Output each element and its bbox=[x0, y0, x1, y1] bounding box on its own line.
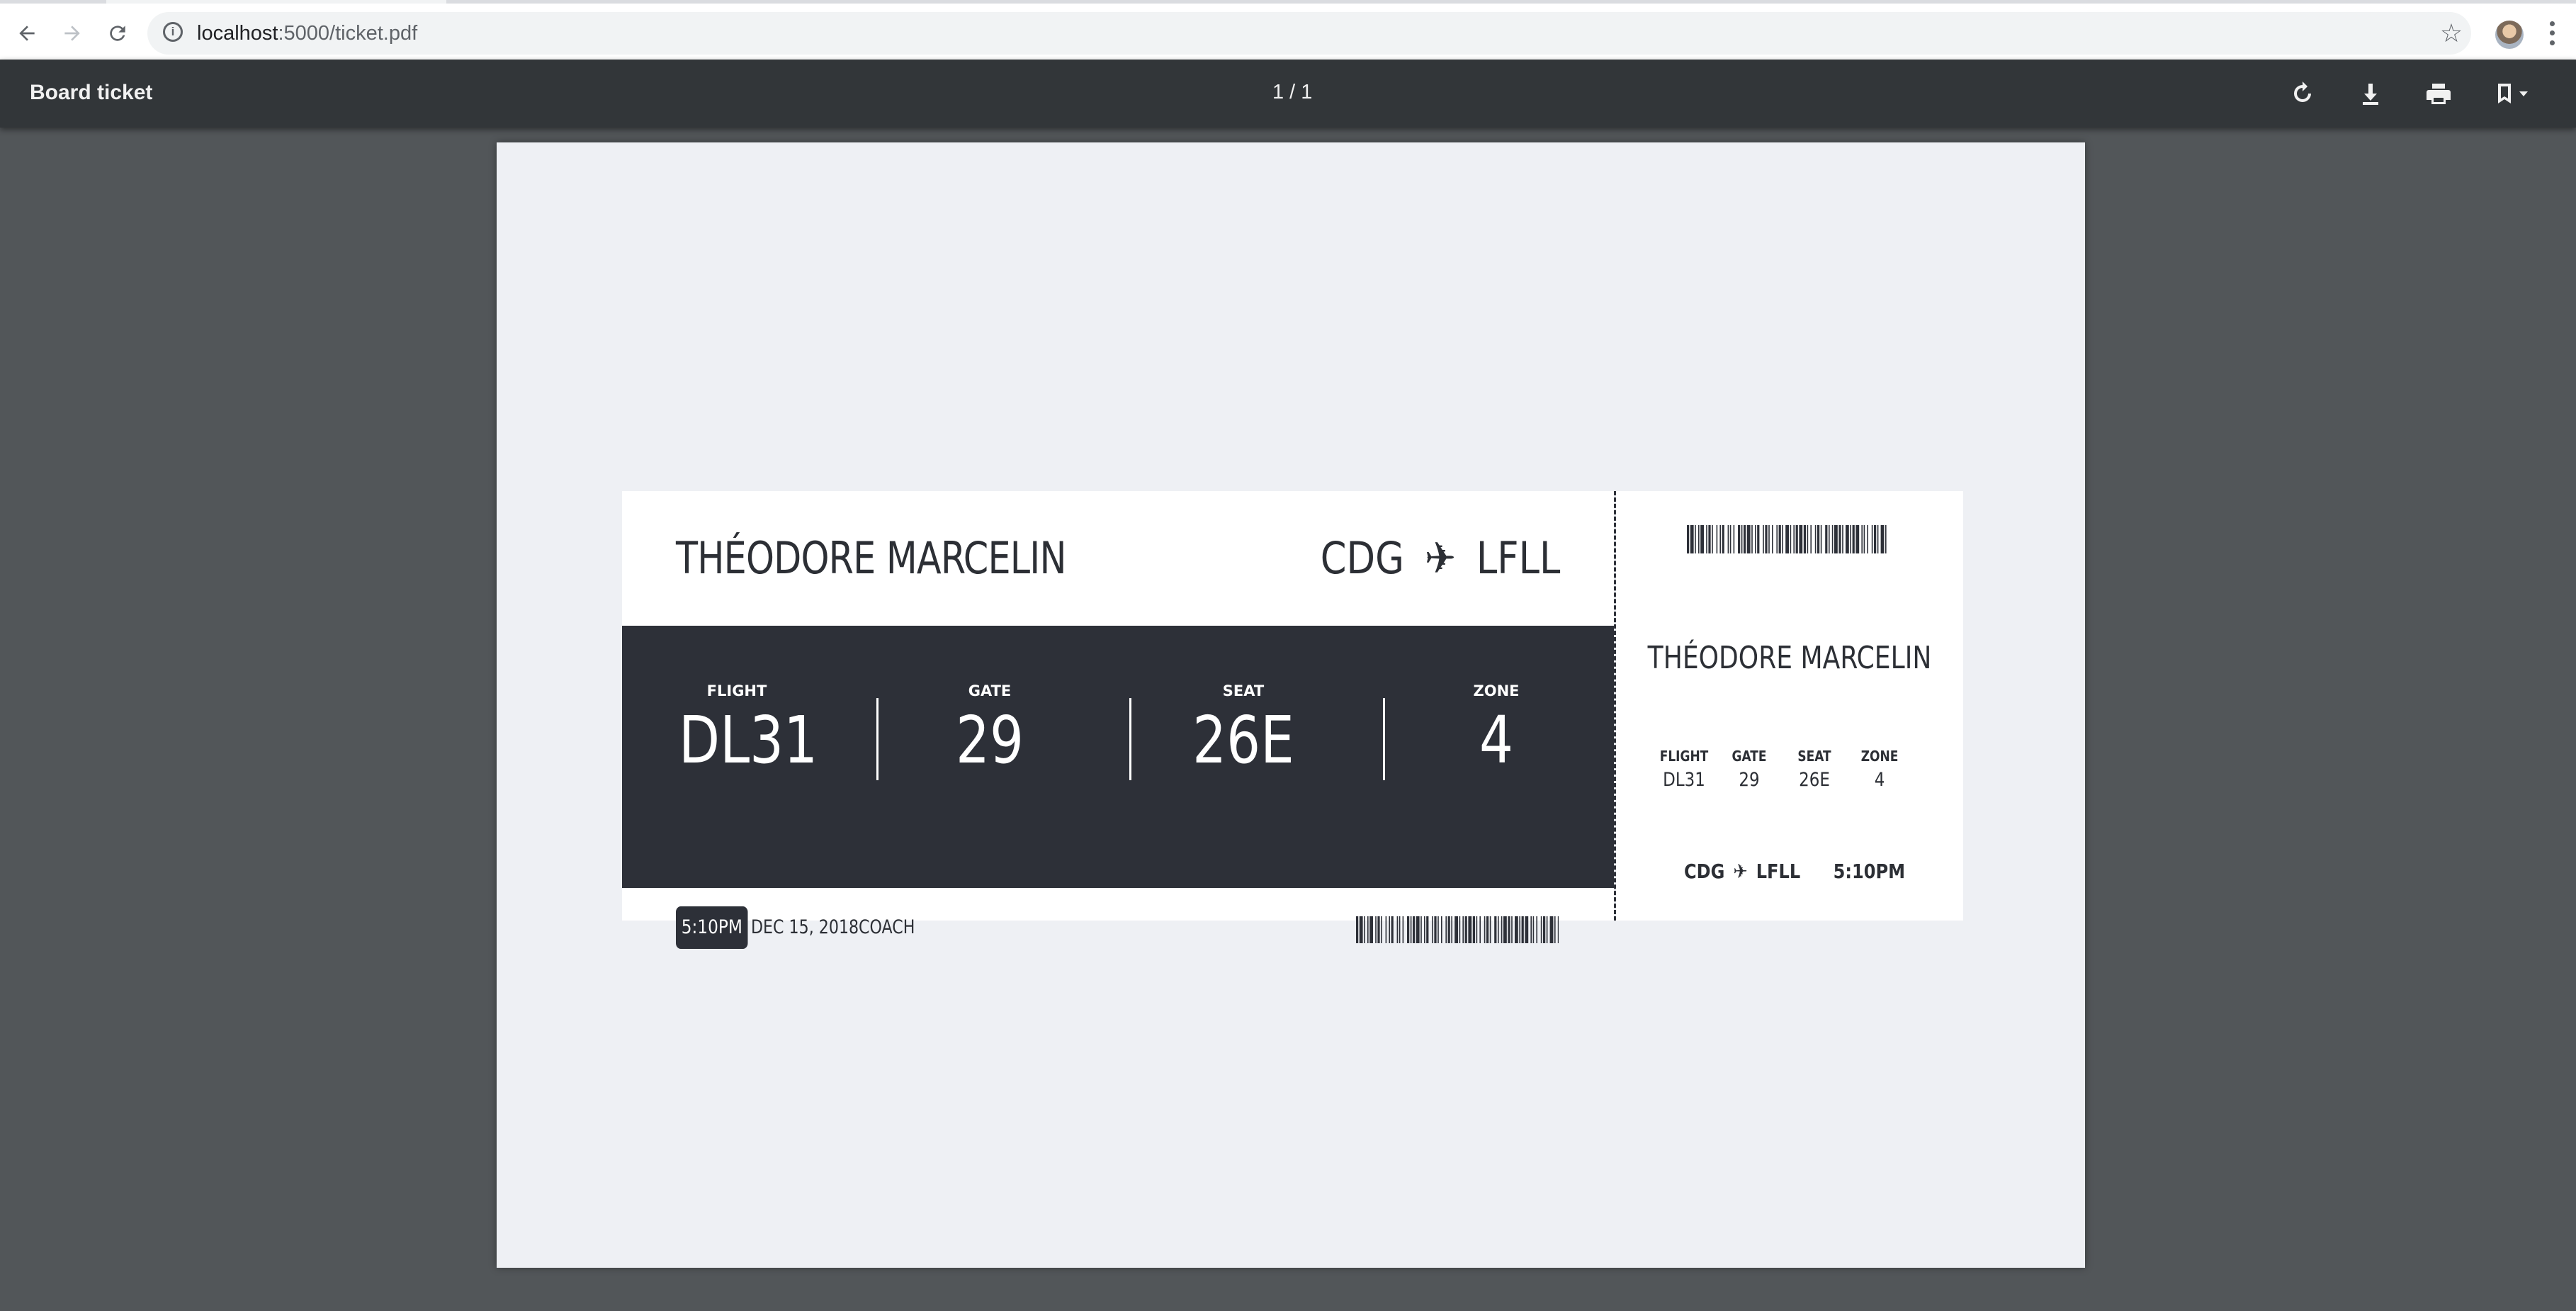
forward-button[interactable] bbox=[58, 19, 86, 47]
stub-route: CDG ✈ LFLL 5:10PM bbox=[1684, 860, 1905, 883]
star-icon[interactable]: ☆ bbox=[2437, 19, 2465, 47]
url-host: localhost bbox=[197, 22, 278, 45]
field-value: 26E bbox=[1192, 702, 1294, 778]
zone-field: ZONE 4 bbox=[1425, 682, 1567, 778]
url-path: :5000/ticket.pdf bbox=[278, 22, 418, 45]
page-indicator: 1 / 1 bbox=[1272, 81, 1313, 103]
field-value: DL31 bbox=[1663, 769, 1705, 791]
download-icon[interactable] bbox=[2354, 77, 2388, 111]
seat-field: SEAT 26E bbox=[1173, 682, 1314, 778]
address-bar[interactable]: i localhost:5000/ticket.pdf bbox=[147, 12, 2471, 55]
field-value: 4 bbox=[1874, 769, 1885, 791]
field-label: ZONE bbox=[1860, 748, 1899, 765]
active-tab-indicator bbox=[106, 0, 446, 4]
reload-button[interactable] bbox=[103, 19, 132, 47]
route: CDG ✈ LFLL bbox=[1320, 532, 1560, 584]
pdf-page: THÉODORE MARCELIN CDG ✈ LFLL FLIGHT DL31 G… bbox=[497, 142, 2085, 1268]
passenger-name: THÉODORE MARCELIN bbox=[676, 532, 1066, 584]
ticket-header: THÉODORE MARCELIN CDG ✈ LFLL bbox=[622, 491, 1614, 626]
field-label: GATE bbox=[968, 682, 1012, 699]
gate-field: GATE 29 bbox=[919, 682, 1061, 778]
field-label: FLIGHT bbox=[1659, 748, 1709, 765]
divider bbox=[876, 698, 879, 780]
barcode-icon bbox=[1356, 916, 1559, 943]
stub-gate-field: GATE 29 bbox=[1714, 748, 1785, 791]
flight-date: DEC 15, 2018 bbox=[751, 916, 859, 938]
field-label: FLIGHT bbox=[706, 682, 767, 699]
divider bbox=[1129, 698, 1131, 780]
stub-departure-time: 5:10PM bbox=[1833, 860, 1906, 883]
field-value: DL31 bbox=[679, 702, 818, 778]
origin-code: CDG bbox=[1684, 860, 1725, 883]
back-arrow-icon bbox=[19, 26, 35, 41]
boarding-pass-stub: THÉODORE MARCELIN FLIGHT DL31 GATE 29 SE… bbox=[1616, 491, 1963, 921]
flight-details-band: FLIGHT DL31 GATE 29 SEAT 26E ZONE 4 bbox=[622, 626, 1614, 888]
field-value: 29 bbox=[1739, 769, 1760, 791]
stub-flight-field: FLIGHT DL31 bbox=[1649, 748, 1719, 791]
reload-icon bbox=[110, 26, 125, 41]
print-icon[interactable] bbox=[2422, 77, 2456, 111]
info-icon[interactable]: i bbox=[163, 22, 183, 42]
back-button[interactable] bbox=[13, 19, 41, 47]
field-label: GATE bbox=[1732, 748, 1767, 765]
field-value: 4 bbox=[1479, 702, 1513, 778]
field-value: 29 bbox=[955, 702, 1024, 778]
destination-code: LFLL bbox=[1756, 860, 1801, 883]
airplane-icon: ✈ bbox=[1733, 860, 1748, 883]
url-text[interactable]: localhost:5000/ticket.pdf bbox=[197, 22, 417, 45]
field-label: SEAT bbox=[1222, 682, 1265, 699]
browser-toolbar: i localhost:5000/ticket.pdf ☆ bbox=[0, 0, 2576, 60]
avatar[interactable] bbox=[2495, 21, 2524, 49]
field-label: SEAT bbox=[1797, 748, 1831, 765]
field-value: 26E bbox=[1799, 769, 1830, 791]
stub-zone-field: ZONE 4 bbox=[1844, 748, 1915, 791]
rotate-icon[interactable] bbox=[2286, 77, 2320, 111]
boarding-pass-main: THÉODORE MARCELIN CDG ✈ LFLL FLIGHT DL31 G… bbox=[622, 491, 1614, 949]
flight-field: FLIGHT DL31 bbox=[666, 682, 818, 778]
airplane-icon: ✈ bbox=[1424, 532, 1456, 584]
divider bbox=[1383, 698, 1385, 780]
travel-class: COACH bbox=[859, 916, 915, 938]
pdf-toolbar: Board ticket 1 / 1 bbox=[0, 60, 2576, 128]
document-title: Board ticket bbox=[30, 81, 153, 104]
departure-time-badge: 5:10PM bbox=[676, 906, 748, 949]
field-label: ZONE bbox=[1473, 682, 1520, 699]
bookmark-icon[interactable] bbox=[2488, 77, 2545, 111]
forward-arrow-icon bbox=[64, 26, 80, 41]
stub-seat-field: SEAT 26E bbox=[1779, 748, 1850, 791]
destination-code: LFLL bbox=[1476, 532, 1560, 584]
barcode-icon bbox=[1687, 525, 1887, 553]
stub-passenger-name: THÉODORE MARCELIN bbox=[1647, 640, 1932, 676]
origin-code: CDG bbox=[1320, 532, 1404, 584]
kebab-menu-icon[interactable] bbox=[2546, 19, 2558, 47]
